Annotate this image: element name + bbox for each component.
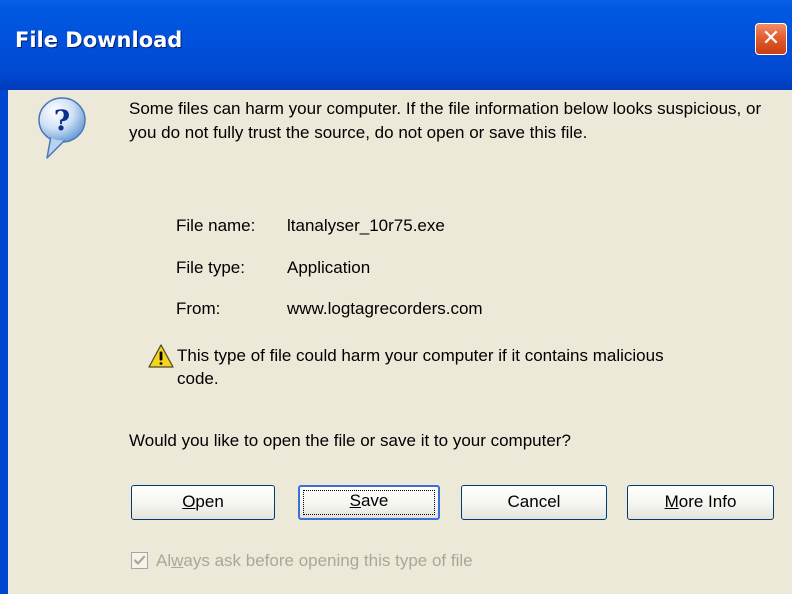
close-button[interactable]: ✕ xyxy=(755,23,787,55)
always-ask-label: Always ask before opening this type of f… xyxy=(156,551,473,570)
save-button-label: Save xyxy=(349,491,389,510)
window-frame-left xyxy=(0,90,8,594)
more-info-button[interactable]: More Info xyxy=(627,485,774,520)
file-type-value: Application xyxy=(287,258,371,277)
open-button-label: Open xyxy=(182,492,224,511)
cancel-button-label: Cancel xyxy=(507,492,561,511)
title-bar[interactable]: File Download ✕ xyxy=(0,0,792,90)
checkmark-icon xyxy=(133,555,146,565)
prompt-question: Would you like to open the file or save … xyxy=(129,431,571,450)
dialog-title: File Download xyxy=(15,28,183,52)
cancel-button[interactable]: Cancel xyxy=(461,485,607,520)
more-info-button-label: More Info xyxy=(664,492,737,511)
file-risk-warning: This type of file could harm your comput… xyxy=(177,346,664,388)
open-button[interactable]: Open xyxy=(131,485,275,520)
from-label: From: xyxy=(176,299,221,318)
close-icon: ✕ xyxy=(761,26,781,51)
file-download-dialog: File Download ✕ ? Some files can harm yo… xyxy=(0,0,792,594)
warning-icon xyxy=(148,344,174,368)
file-name-label: File name: xyxy=(176,216,256,235)
file-type-label: File type: xyxy=(176,258,245,277)
question-icon: ? xyxy=(38,97,86,159)
warning-message: Some files can harm your computer. If th… xyxy=(129,99,762,142)
from-value: www.logtagrecorders.com xyxy=(287,299,483,318)
always-ask-checkbox[interactable] xyxy=(131,552,148,569)
save-button[interactable]: Save xyxy=(298,485,440,520)
file-name-value: ltanalyser_10r75.exe xyxy=(287,216,445,235)
svg-text:?: ? xyxy=(54,104,70,137)
